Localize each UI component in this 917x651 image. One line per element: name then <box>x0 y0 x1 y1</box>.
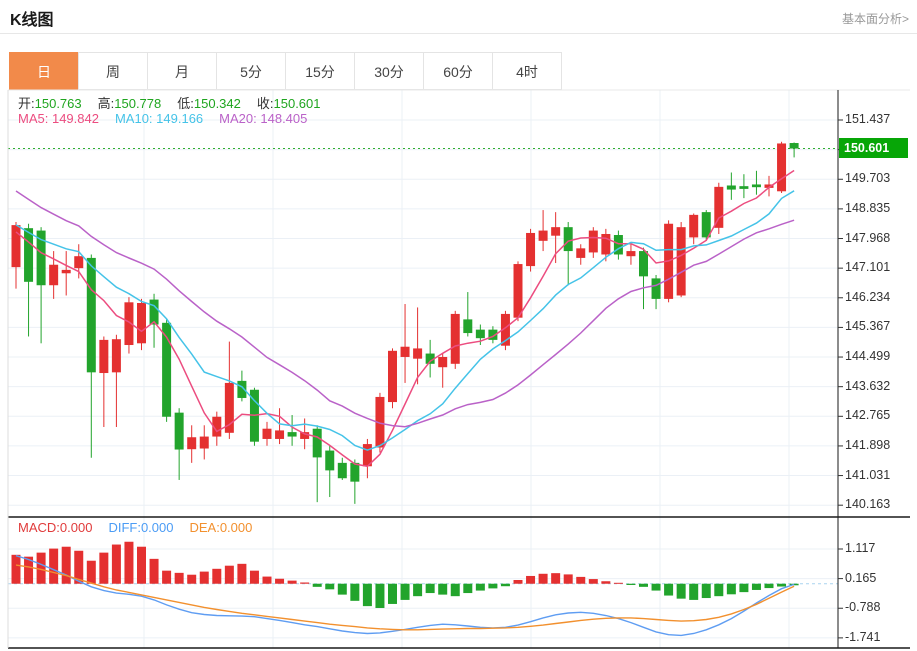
price-axis-label: 143.632 <box>845 378 891 393</box>
price-axis-label: 149.703 <box>845 171 891 186</box>
macd-axis-label: 1.117 <box>845 540 876 555</box>
high-readout: 高:150.778 <box>97 96 162 111</box>
diff-value: DIFF:0.000 <box>108 520 174 535</box>
macd-value: MACD:0.000 <box>18 520 93 535</box>
price-axis-label: 147.101 <box>845 260 891 275</box>
macd-axis-label: -0.788 <box>845 600 881 615</box>
price-axis-label: 144.499 <box>845 349 891 364</box>
ma-readout: MA5: 149.842 MA10: 149.166 MA20: 148.405 <box>18 111 307 126</box>
open-readout: 开:150.763 <box>18 96 82 111</box>
dea-value: DEA:0.000 <box>189 520 253 535</box>
macd-axis-label: 0.165 <box>845 570 877 585</box>
macd-readout: MACD:0.000 DIFF:0.000 DEA:0.000 <box>18 520 252 535</box>
ma5-readout: MA5: 149.842 <box>18 111 99 126</box>
price-axis-label: 147.968 <box>845 230 891 245</box>
price-axis-label: 151.437 <box>845 112 891 126</box>
kline-page: K线图 基本面分析> 日周月 5分 15分 30分 60分 4时 开:150.763 高:… <box>0 0 917 651</box>
price-axis-label: 141.031 <box>845 467 891 482</box>
current-price-tag: 150.601 <box>839 138 908 158</box>
price-axis-label: 145.367 <box>845 319 891 334</box>
macd-axis-label: -1.741 <box>845 629 881 644</box>
price-axis-label: 141.898 <box>845 437 891 452</box>
ohlc-readout: 开:150.763 高:150.778 低:150.342 收:150.601 <box>18 93 321 112</box>
price-axis-label: 148.835 <box>845 200 891 215</box>
price-axis-label: 140.163 <box>845 497 891 512</box>
ma20-readout: MA20: 148.405 <box>219 111 308 126</box>
price-axis-label: 142.765 <box>845 408 891 423</box>
close-readout: 收:150.601 <box>256 96 321 111</box>
low-readout: 低:150.342 <box>177 96 241 111</box>
price-axis-label: 146.234 <box>845 289 891 304</box>
ma10-readout: MA10: 149.166 <box>114 111 204 126</box>
